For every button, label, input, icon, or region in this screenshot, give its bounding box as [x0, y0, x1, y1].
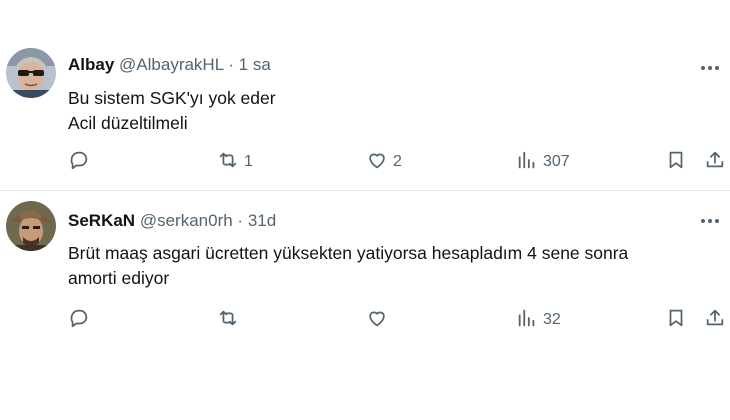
- like-icon: [366, 307, 388, 334]
- user-handle[interactable]: @AlbayrakHL: [119, 55, 224, 74]
- tweet-header: SeRKaN @serkan0rh · 31d: [68, 211, 276, 231]
- bookmark-icon: [665, 307, 687, 334]
- user-handle[interactable]: @serkan0rh: [140, 211, 233, 230]
- action-bar: 32: [0, 307, 730, 333]
- views-icon: [516, 149, 538, 176]
- views-count: 32: [543, 311, 561, 328]
- views-icon: [516, 307, 538, 334]
- bookmark-button[interactable]: [665, 307, 687, 333]
- views-button[interactable]: 32: [516, 307, 561, 333]
- retweet-icon: [217, 307, 239, 334]
- tweet[interactable]: SeRKaN @serkan0rh · 31d Brüt maaş asgari…: [0, 191, 730, 341]
- separator-dot: ·: [237, 211, 244, 230]
- action-bar: 1 2 307: [0, 149, 730, 175]
- retweet-button[interactable]: 1: [217, 149, 253, 175]
- timestamp[interactable]: 1 sa: [239, 55, 271, 74]
- timestamp[interactable]: 31d: [248, 211, 276, 230]
- tweet-text-line: Acil düzeltilmeli: [68, 113, 188, 133]
- tweet[interactable]: Albay @AlbayrakHL · 1 sa Bu sistem SGK'y…: [0, 38, 730, 190]
- share-button[interactable]: [704, 307, 726, 333]
- like-count: 2: [393, 153, 402, 170]
- more-icon[interactable]: [698, 56, 722, 80]
- tweet-text: Bu sistem SGK'yı yok eder Acil düzeltilm…: [68, 86, 276, 136]
- tweet-text-line: Brüt maaş asgari ücretten yüksekten yati…: [68, 243, 629, 263]
- retweet-button[interactable]: [217, 307, 244, 333]
- bookmark-icon: [665, 149, 687, 176]
- reply-icon: [68, 149, 90, 176]
- tweet-header: Albay @AlbayrakHL · 1 sa: [68, 55, 271, 75]
- avatar[interactable]: [6, 48, 56, 98]
- reply-button[interactable]: [68, 149, 90, 175]
- tweet-text: Brüt maaş asgari ücretten yüksekten yati…: [68, 241, 628, 291]
- share-button[interactable]: [704, 149, 726, 175]
- retweet-count: 1: [244, 153, 253, 170]
- separator-dot: ·: [228, 55, 234, 74]
- views-count: 307: [543, 153, 570, 170]
- display-name[interactable]: SeRKaN: [68, 211, 135, 230]
- reply-button[interactable]: [68, 307, 90, 333]
- more-icon[interactable]: [698, 209, 722, 233]
- reply-icon: [68, 307, 90, 334]
- retweet-icon: [217, 149, 239, 176]
- like-button[interactable]: 2: [366, 149, 402, 175]
- share-icon: [704, 307, 726, 334]
- views-button[interactable]: 307: [516, 149, 570, 175]
- avatar[interactable]: [6, 201, 56, 251]
- share-icon: [704, 149, 726, 176]
- bookmark-button[interactable]: [665, 149, 687, 175]
- display-name[interactable]: Albay: [68, 55, 114, 74]
- like-icon: [366, 149, 388, 176]
- tweet-text-line: Bu sistem SGK'yı yok eder: [68, 88, 276, 108]
- like-button[interactable]: [366, 307, 393, 333]
- tweet-text-line: amorti ediyor: [68, 268, 170, 288]
